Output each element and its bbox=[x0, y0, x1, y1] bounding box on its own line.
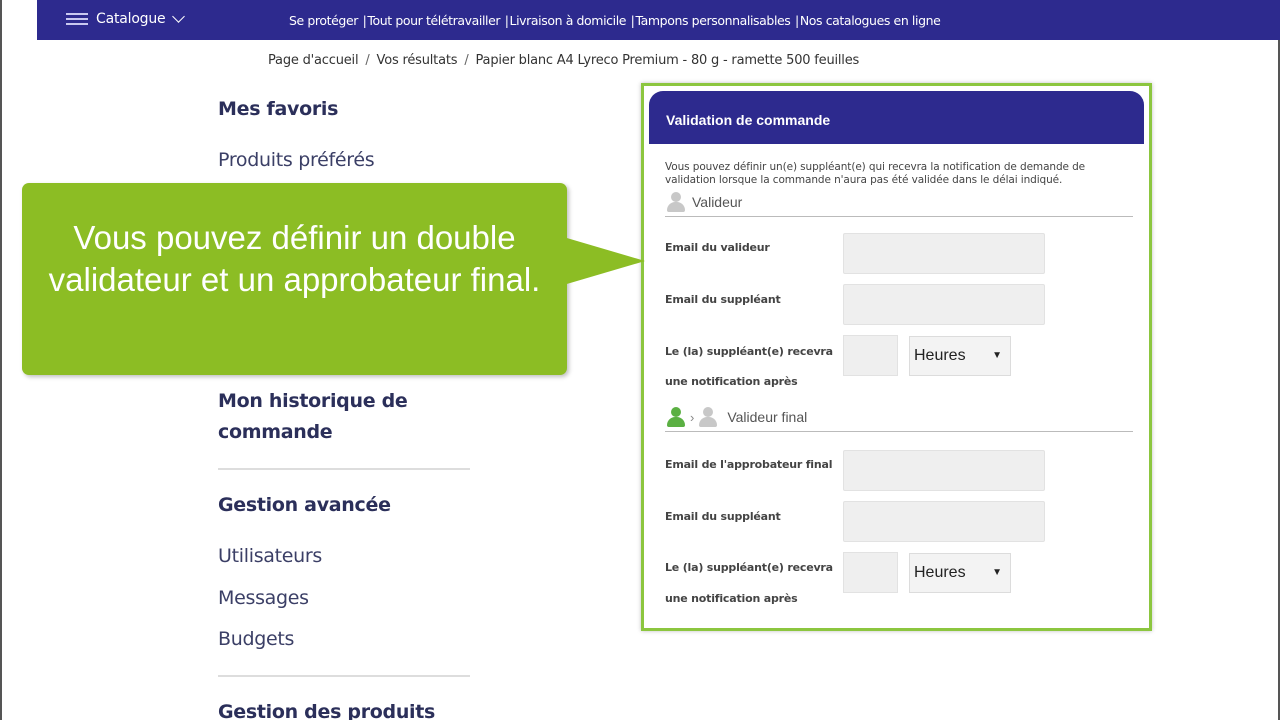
sidebar-advanced-heading: Gestion avancée bbox=[218, 494, 391, 516]
sidebar-item-budgets[interactable]: Budgets bbox=[218, 628, 294, 650]
substitute-email-input[interactable] bbox=[843, 284, 1045, 325]
catalogue-label: Catalogue bbox=[96, 11, 166, 27]
panel-title: Validation de commande bbox=[666, 112, 831, 128]
final-substitute-email-input[interactable] bbox=[843, 501, 1045, 542]
section-divider bbox=[665, 216, 1133, 217]
validator-email-label: Email du valideur bbox=[665, 241, 770, 254]
dropdown-caret-icon: ▼ bbox=[992, 350, 1002, 361]
frame-border-left bbox=[0, 0, 2, 720]
chevron-right-icon: › bbox=[690, 409, 695, 425]
sidebar-item-users[interactable]: Utilisateurs bbox=[218, 545, 322, 567]
top-nav-links: Se protéger |Tout pour télétravailler |L… bbox=[289, 13, 941, 28]
sidebar-item-favorite-products[interactable]: Produits préférés bbox=[218, 149, 375, 171]
final-notify-label-line2: une notification après bbox=[665, 592, 798, 605]
notify-label-line2: une notification après bbox=[665, 375, 798, 388]
section-final-validator-title: Valideur final bbox=[727, 409, 808, 425]
user-icon bbox=[665, 192, 687, 212]
panel-description: Vous pouvez définir un(e) suppléant(e) q… bbox=[665, 161, 1086, 186]
final-notify-unit-select[interactable]: Heures ▼ bbox=[909, 553, 1011, 593]
user-green-icon bbox=[665, 407, 687, 427]
callout-pointer bbox=[560, 236, 645, 286]
hamburger-icon bbox=[66, 12, 88, 26]
top-navigation-bar: Catalogue Se protéger |Tout pour télétra… bbox=[37, 0, 1280, 40]
sidebar-products-heading: Gestion des produits bbox=[218, 701, 436, 720]
nav-link-livraison[interactable]: Livraison à domicile bbox=[510, 13, 627, 28]
section-validator-heading: Valideur bbox=[665, 192, 742, 212]
breadcrumb-results[interactable]: Vos résultats bbox=[377, 53, 458, 68]
section-divider bbox=[665, 431, 1133, 432]
nav-link-catalogues[interactable]: Nos catalogues en ligne bbox=[800, 13, 941, 28]
final-approver-email-label: Email de l'approbateur final bbox=[665, 458, 833, 471]
substitute-email-label: Email du suppléant bbox=[665, 293, 781, 306]
final-approver-email-input[interactable] bbox=[843, 450, 1045, 491]
breadcrumb-current: Papier blanc A4 Lyreco Premium - 80 g - … bbox=[475, 53, 860, 68]
final-substitute-email-label: Email du suppléant bbox=[665, 510, 781, 523]
sidebar-history-heading[interactable]: Mon historique de commande bbox=[218, 386, 458, 448]
section-validator-title: Valideur bbox=[692, 194, 743, 210]
sidebar-divider bbox=[218, 675, 470, 677]
notify-unit-value: Heures bbox=[914, 347, 966, 364]
notify-delay-input[interactable] bbox=[843, 335, 898, 376]
final-notify-delay-input[interactable] bbox=[843, 552, 898, 593]
callout-text: Vous pouvez définir un double validateur… bbox=[48, 219, 541, 298]
final-notify-label-line1: Le (la) suppléant(e) recevra bbox=[665, 561, 833, 574]
nav-link-teletravail[interactable]: Tout pour télétravailler bbox=[367, 13, 500, 28]
breadcrumb-home[interactable]: Page d'accueil bbox=[268, 53, 359, 68]
sidebar-item-messages[interactable]: Messages bbox=[218, 587, 309, 609]
order-validation-panel: Validation de commande Vous pouvez défin… bbox=[641, 83, 1152, 631]
panel-header: Validation de commande bbox=[649, 91, 1144, 144]
notify-unit-select[interactable]: Heures ▼ bbox=[909, 336, 1011, 376]
sidebar-divider bbox=[218, 468, 470, 470]
breadcrumb: Page d'accueil / Vos résultats / Papier blan… bbox=[268, 53, 860, 68]
sidebar-favorites-heading: Mes favoris bbox=[218, 98, 339, 120]
nav-link-tampons[interactable]: Tampons personnalisables bbox=[635, 13, 790, 28]
nav-link-se-proteger[interactable]: Se protéger bbox=[289, 13, 358, 28]
notify-label-line1: Le (la) suppléant(e) recevra bbox=[665, 345, 833, 358]
final-notify-unit-value: Heures bbox=[914, 564, 966, 581]
validator-email-input[interactable] bbox=[843, 233, 1045, 274]
chevron-down-icon bbox=[172, 9, 186, 23]
catalogue-menu-button[interactable]: Catalogue bbox=[66, 9, 186, 27]
user-icon bbox=[697, 407, 719, 427]
dropdown-caret-icon: ▼ bbox=[992, 567, 1002, 578]
section-final-validator-heading: › Valideur final bbox=[665, 407, 807, 427]
